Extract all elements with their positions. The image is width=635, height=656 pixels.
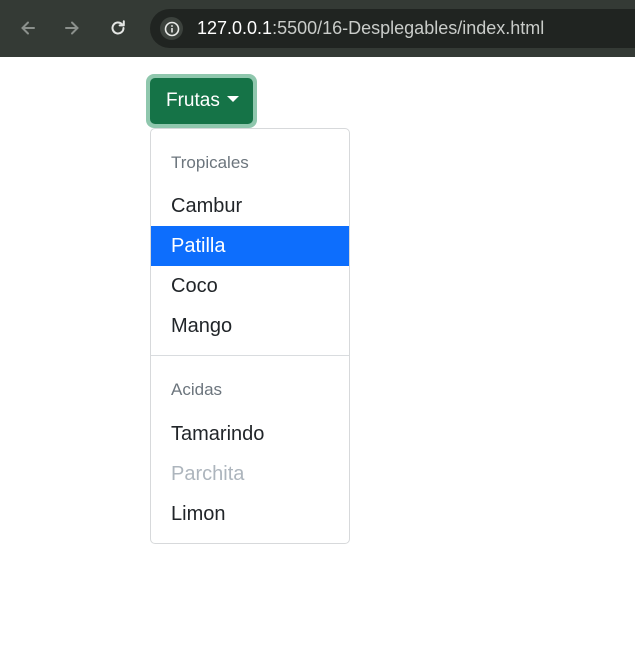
forward-button[interactable] [58, 14, 86, 42]
address-bar[interactable]: 127.0.0.1:5500/16-Desplegables/index.htm… [150, 9, 635, 48]
menu-item-limon[interactable]: Limon [151, 494, 349, 534]
url-text: 127.0.0.1:5500/16-Desplegables/index.htm… [197, 18, 544, 39]
back-button[interactable] [14, 14, 42, 42]
menu-item-tamarindo[interactable]: Tamarindo [151, 414, 349, 454]
caret-down-icon [226, 96, 239, 102]
url-host: 127.0.0.1 [197, 18, 273, 38]
dropdown-button-body[interactable]: Frutas [150, 78, 253, 124]
arrow-right-icon [65, 21, 79, 35]
site-info-button[interactable] [160, 17, 183, 40]
dropdown-button-label: Frutas [166, 90, 220, 111]
menu-item-patilla[interactable]: Patilla [151, 226, 349, 266]
info-icon [164, 21, 179, 36]
menu-item-mango[interactable]: Mango [151, 306, 349, 346]
dropdown-header-acidas: Acidas [171, 380, 223, 399]
dropdown-menu: Tropicales Cambur Patilla Coco Mango Aci… [150, 128, 350, 544]
menu-item-parchita: Parchita [171, 462, 245, 485]
browser-toolbar: 127.0.0.1:5500/16-Desplegables/index.htm… [0, 0, 635, 57]
url-path: :5500/16-Desplegables/index.html [272, 18, 545, 38]
reload-button[interactable] [104, 14, 132, 42]
dropdown-divider [151, 355, 349, 356]
dropdown-header-tropicales: Tropicales [171, 153, 249, 172]
reload-icon [111, 20, 125, 35]
menu-item-coco[interactable]: Coco [151, 266, 349, 306]
menu-item-cambur[interactable]: Cambur [151, 186, 349, 226]
arrow-left-icon [21, 21, 35, 35]
frutas-dropdown-button[interactable]: Frutas [146, 74, 257, 128]
